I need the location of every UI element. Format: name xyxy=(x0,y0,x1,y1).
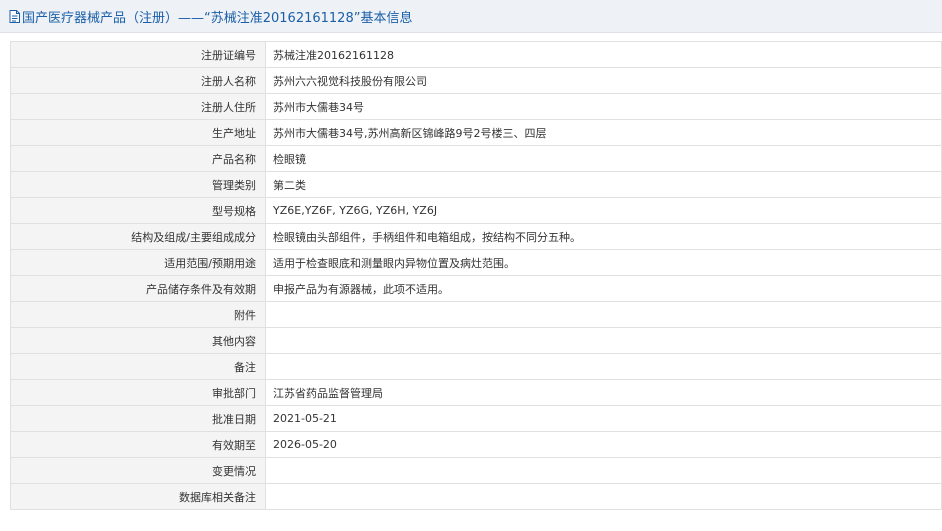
field-label: 注册证编号 xyxy=(10,41,266,68)
table-row: 备注 xyxy=(10,353,942,380)
field-value xyxy=(265,353,942,380)
table-row: 管理类别 第二类 xyxy=(10,171,942,198)
field-value: 苏州市大儒巷34号,苏州高新区锦峰路9号2号楼三、四层 xyxy=(265,119,942,146)
field-label: 数据库相关备注 xyxy=(10,483,266,510)
field-value xyxy=(265,301,942,328)
field-label: 适用范围/预期用途 xyxy=(10,249,266,276)
table-row: 有效期至 2026-05-20 xyxy=(10,431,942,458)
field-label: 其他内容 xyxy=(10,327,266,354)
table-row: 数据库相关备注 xyxy=(10,483,942,510)
field-value: 苏州市大儒巷34号 xyxy=(265,93,942,120)
field-label: 注册人名称 xyxy=(10,67,266,94)
table-row: 结构及组成/主要组成成分 检眼镜由头部组件，手柄组件和电箱组成，按结构不同分五种。 xyxy=(10,223,942,250)
field-value: 2026-05-20 xyxy=(265,431,942,458)
table-row: 生产地址 苏州市大儒巷34号,苏州高新区锦峰路9号2号楼三、四层 xyxy=(10,119,942,146)
field-label: 结构及组成/主要组成成分 xyxy=(10,223,266,250)
field-value: 申报产品为有源器械，此项不适用。 xyxy=(265,275,942,302)
field-value: 检眼镜由头部组件，手柄组件和电箱组成，按结构不同分五种。 xyxy=(265,223,942,250)
field-value: 适用于检查眼底和测量眼内异物位置及病灶范围。 xyxy=(265,249,942,276)
table-row: 产品储存条件及有效期 申报产品为有源器械，此项不适用。 xyxy=(10,275,942,302)
field-label: 型号规格 xyxy=(10,197,266,224)
table-row: 其他内容 xyxy=(10,327,942,354)
field-value: 2021-05-21 xyxy=(265,405,942,432)
field-value: YZ6E,YZ6F, YZ6G, YZ6H, YZ6J xyxy=(265,197,942,224)
table-row: 审批部门 江苏省药品监督管理局 xyxy=(10,379,942,406)
field-value xyxy=(265,457,942,484)
field-label: 注册人住所 xyxy=(10,93,266,120)
table-row: 适用范围/预期用途 适用于检查眼底和测量眼内异物位置及病灶范围。 xyxy=(10,249,942,276)
field-label: 产品名称 xyxy=(10,145,266,172)
field-label: 审批部门 xyxy=(10,379,266,406)
field-value: 第二类 xyxy=(265,171,942,198)
field-label: 附件 xyxy=(10,301,266,328)
info-table: 注册证编号 苏械注准20162161128 注册人名称 苏州六六视觉科技股份有限公司注… xyxy=(10,41,942,510)
field-value: 检眼镜 xyxy=(265,145,942,172)
page-title: 国产医疗器械产品（注册）——“苏械注准20162161128”基本信息 xyxy=(22,10,413,26)
document-icon xyxy=(9,9,20,23)
table-row: 注册人住所 苏州市大儒巷34号 xyxy=(10,93,942,120)
field-value: 江苏省药品监督管理局 xyxy=(265,379,942,406)
field-label: 备注 xyxy=(10,353,266,380)
field-value xyxy=(265,483,942,510)
table-row: 附件 xyxy=(10,301,942,328)
field-label: 有效期至 xyxy=(10,431,266,458)
field-label: 批准日期 xyxy=(10,405,266,432)
table-row: 产品名称 检眼镜 xyxy=(10,145,942,172)
table-row: 注册证编号 苏械注准20162161128 xyxy=(10,41,942,68)
field-value xyxy=(265,327,942,354)
table-row: 批准日期 2021-05-21 xyxy=(10,405,942,432)
field-value: 苏械注准20162161128 xyxy=(265,41,942,68)
field-label: 管理类别 xyxy=(10,171,266,198)
field-label: 变更情况 xyxy=(10,457,266,484)
table-row: 变更情况 xyxy=(10,457,942,484)
table-row: 注册人名称 苏州六六视觉科技股份有限公司 xyxy=(10,67,942,94)
table-row: 型号规格 YZ6E,YZ6F, YZ6G, YZ6H, YZ6J xyxy=(10,197,942,224)
page-header: 国产医疗器械产品（注册）——“苏械注准20162161128”基本信息 xyxy=(0,0,942,33)
field-label: 生产地址 xyxy=(10,119,266,146)
field-label: 产品储存条件及有效期 xyxy=(10,275,266,302)
field-value: 苏州六六视觉科技股份有限公司 xyxy=(265,67,942,94)
